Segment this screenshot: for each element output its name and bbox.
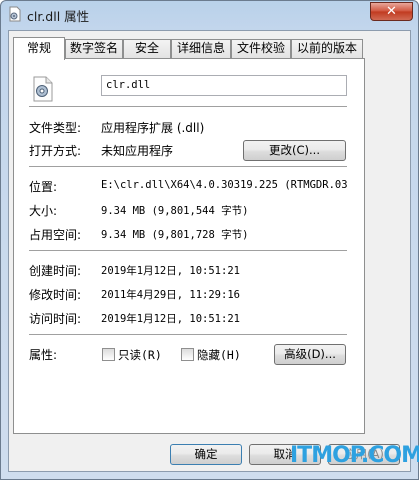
readonly-label[interactable]: 只读(R)	[118, 347, 162, 363]
advanced-button[interactable]: 高级(D)...	[274, 344, 346, 365]
watermark-logo: ITMOP.COM	[290, 443, 419, 468]
tab-security[interactable]: 安全	[123, 39, 171, 58]
change-button[interactable]: 更改(C)...	[243, 140, 346, 161]
title-bar[interactable]: clr.dll 属性 ✕	[1, 1, 418, 29]
tab-file-checksum[interactable]: 文件校验	[231, 39, 291, 58]
separator	[29, 250, 347, 252]
dll-gear-icon	[33, 76, 53, 102]
created-value: 2019年1月12日, 10:51:21	[101, 265, 240, 277]
tab-details[interactable]: 详细信息	[171, 39, 231, 58]
modified-value: 2011年4月29日, 11:29:16	[101, 289, 240, 301]
accessed-label: 访问时间:	[29, 312, 82, 326]
close-button[interactable]: ✕	[370, 2, 413, 21]
opens-with-value: 未知应用程序	[101, 144, 174, 158]
size-value: 9.34 MB (9,801,544 字节)	[101, 205, 249, 217]
general-tab-panel	[13, 58, 365, 434]
tab-general[interactable]: 常规	[13, 37, 65, 60]
opens-with-label: 打开方式:	[29, 144, 82, 158]
advanced-button-label: 高级(D)...	[284, 347, 336, 361]
hidden-checkbox[interactable]	[181, 348, 194, 361]
readonly-checkbox[interactable]	[102, 348, 115, 361]
accessed-value: 2019年1月12日, 10:51:21	[101, 313, 240, 325]
attributes-label: 属性:	[29, 348, 58, 362]
tab-digital-signatures[interactable]: 数字签名	[65, 39, 123, 58]
file-type-value: 应用程序扩展 (.dll)	[101, 121, 205, 135]
size-on-disk-value: 9.34 MB (9,801,728 字节)	[101, 229, 249, 241]
window-title: clr.dll 属性	[27, 9, 90, 24]
tab-previous-versions[interactable]: 以前的版本	[291, 39, 363, 58]
separator	[29, 166, 347, 168]
dll-gear-icon	[9, 6, 21, 22]
location-value: E:\clr.dll\X64\4.0.30319.225 (RTMGDR.030…	[101, 179, 347, 191]
location-label: 位置:	[29, 180, 58, 194]
modified-label: 修改时间:	[29, 288, 82, 302]
separator	[29, 106, 347, 108]
separator	[29, 334, 347, 336]
created-label: 创建时间:	[29, 264, 82, 278]
change-button-label: 更改(C)...	[269, 143, 320, 157]
size-on-disk-label: 占用空间:	[29, 228, 82, 242]
ok-button[interactable]: 确定	[170, 444, 242, 465]
file-type-label: 文件类型:	[29, 121, 82, 135]
file-name-field[interactable]: clr.dll	[101, 75, 347, 96]
hidden-label[interactable]: 隐藏(H)	[197, 347, 241, 363]
ok-button-label: 确定	[194, 447, 218, 461]
size-label: 大小:	[29, 204, 58, 218]
